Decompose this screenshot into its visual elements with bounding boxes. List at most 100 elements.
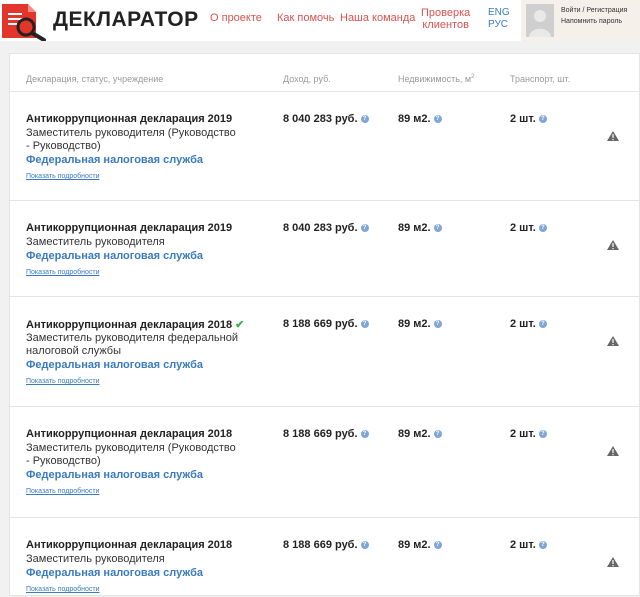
show-details-link[interactable]: Показать подробности: [26, 378, 100, 385]
question-circle-icon[interactable]: ?: [538, 224, 547, 232]
column-header-transport: Транспорт, шт.: [510, 74, 571, 84]
realty-value: 89 м2.?: [398, 318, 442, 330]
income-value: 8 188 669 руб.?: [283, 318, 369, 330]
declarant-position: Заместитель руководителя (Руководство - …: [26, 442, 236, 467]
declaration-title-text: Антикоррупционная декларация 2018: [26, 319, 233, 331]
user-panel: Войти / Регистрация Напомнить пароль: [521, 0, 640, 41]
realty-text: 89 м2.: [398, 318, 431, 330]
nav-about[interactable]: О проекте: [210, 12, 262, 24]
question-circle-icon[interactable]: ?: [433, 430, 442, 438]
organization-link[interactable]: Федеральная налоговая служба: [26, 250, 203, 262]
declarant-position: Заместитель руководителя: [26, 236, 165, 248]
warning-triangle-icon[interactable]: [607, 240, 619, 250]
column-header-realty-label: Недвижимость, м: [398, 74, 472, 84]
logo-icon[interactable]: [0, 0, 48, 41]
login-register-link[interactable]: Войти / Регистрация: [561, 5, 627, 16]
organization-link[interactable]: Федеральная налоговая служба: [26, 359, 203, 371]
warning-triangle-icon[interactable]: [607, 446, 619, 456]
column-header-income: Доход, руб.: [283, 74, 331, 84]
remind-password-link[interactable]: Напомнить пароль: [561, 16, 627, 27]
question-circle-icon[interactable]: ?: [538, 541, 547, 549]
income-text: 8 040 283 руб.: [283, 113, 358, 125]
column-header-realty: Недвижимость, м2: [398, 74, 474, 84]
declaration-title: Антикоррупционная декларация 2018: [26, 428, 232, 440]
show-details-link[interactable]: Показать подробности: [26, 586, 100, 593]
declarations-table: Декларация, статус, учреждение Доход, ру…: [9, 53, 640, 596]
declaration-title-text: Антикоррупционная декларация 2018: [26, 428, 233, 440]
site-header: ДЕКЛАРАТОР О проекте Как помочь Наша ком…: [0, 0, 640, 41]
declaration-title-text: Антикоррупционная декларация 2019: [26, 113, 233, 125]
realty-text: 89 м2.: [398, 222, 431, 234]
avatar: [526, 4, 554, 37]
realty-text: 89 м2.: [398, 428, 431, 440]
declaration-title: Антикоррупционная декларация 2019: [26, 222, 232, 234]
declarant-position: Заместитель руководителя (Руководство - …: [26, 127, 236, 152]
transport-value: 2 шт.?: [510, 428, 547, 440]
language-switcher: ENG РУС: [488, 7, 510, 31]
show-details-link[interactable]: Показать подробности: [26, 269, 100, 276]
transport-value: 2 шт.?: [510, 318, 547, 330]
nav-team[interactable]: Наша команда: [340, 12, 415, 24]
lang-ru[interactable]: РУС: [488, 19, 510, 31]
organization-link[interactable]: Федеральная налоговая служба: [26, 469, 203, 481]
income-text: 8 188 669 руб.: [283, 428, 358, 440]
question-circle-icon[interactable]: ?: [360, 115, 369, 123]
transport-text: 2 шт.: [510, 428, 536, 440]
question-circle-icon[interactable]: ?: [360, 541, 369, 549]
column-header-realty-sup: 2: [471, 74, 475, 80]
nav-check-line1: Проверка: [421, 7, 471, 19]
income-value: 8 188 669 руб.?: [283, 539, 369, 551]
realty-text: 89 м2.: [398, 113, 431, 125]
transport-text: 2 шт.: [510, 318, 536, 330]
question-circle-icon[interactable]: ?: [538, 430, 547, 438]
table-row: Антикоррупционная декларация 2018 Замести…: [10, 517, 640, 597]
question-circle-icon[interactable]: ?: [360, 224, 369, 232]
realty-value: 89 м2.?: [398, 113, 442, 125]
lang-en[interactable]: ENG: [488, 7, 510, 19]
login-links: Войти / Регистрация Напомнить пароль: [561, 5, 627, 27]
brand-name[interactable]: ДЕКЛАРАТОР: [53, 8, 199, 32]
question-circle-icon[interactable]: ?: [538, 115, 547, 123]
question-circle-icon[interactable]: ?: [433, 224, 442, 232]
transport-text: 2 шт.: [510, 113, 536, 125]
income-value: 8 040 283 руб.?: [283, 113, 369, 125]
nav-check-line2: клиентов: [422, 19, 469, 31]
declaration-title: Антикоррупционная декларация 2019: [26, 113, 232, 125]
warning-triangle-icon[interactable]: [607, 557, 619, 567]
transport-text: 2 шт.: [510, 539, 536, 551]
transport-value: 2 шт.?: [510, 222, 547, 234]
nav-check-clients[interactable]: Проверка клиентов: [421, 7, 470, 31]
organization-link[interactable]: Федеральная налоговая служба: [26, 154, 203, 166]
declaration-title-text: Антикоррупционная декларация 2018: [26, 539, 233, 551]
income-value: 8 040 283 руб.?: [283, 222, 369, 234]
income-text: 8 188 669 руб.: [283, 539, 358, 551]
realty-value: 89 м2.?: [398, 222, 442, 234]
question-circle-icon[interactable]: ?: [433, 115, 442, 123]
question-circle-icon[interactable]: ?: [360, 430, 369, 438]
income-text: 8 040 283 руб.: [283, 222, 358, 234]
transport-value: 2 шт.?: [510, 539, 547, 551]
declaration-title-text: Антикоррупционная декларация 2019: [26, 222, 233, 234]
realty-value: 89 м2.?: [398, 539, 442, 551]
declaration-title: Антикоррупционная декларация 2018: [26, 539, 232, 551]
question-circle-icon[interactable]: ?: [538, 320, 547, 328]
realty-text: 89 м2.: [398, 539, 431, 551]
declarant-position: Заместитель руководителя федеральной нал…: [26, 332, 238, 357]
show-details-link[interactable]: Показать подробности: [26, 173, 100, 180]
question-circle-icon[interactable]: ?: [433, 541, 442, 549]
show-details-link[interactable]: Показать подробности: [26, 488, 100, 495]
table-row: Антикоррупционная декларация 2018 Замести…: [10, 406, 640, 517]
user-silhouette-icon: [526, 4, 554, 37]
declaration-title: Антикоррупционная декларация 2018 ✔: [26, 318, 244, 331]
question-circle-icon[interactable]: ?: [360, 320, 369, 328]
realty-value: 89 м2.?: [398, 428, 442, 440]
warning-triangle-icon[interactable]: [607, 336, 619, 346]
organization-link[interactable]: Федеральная налоговая служба: [26, 567, 203, 579]
transport-value: 2 шт.?: [510, 113, 547, 125]
column-header-declaration: Декларация, статус, учреждение: [26, 74, 164, 84]
verified-check-icon: ✔: [235, 319, 245, 331]
warning-triangle-icon[interactable]: [607, 131, 619, 141]
question-circle-icon[interactable]: ?: [433, 320, 442, 328]
nav-help[interactable]: Как помочь: [277, 12, 334, 24]
table-row: Антикоррупционная декларация 2018 ✔ Замест…: [10, 296, 640, 406]
